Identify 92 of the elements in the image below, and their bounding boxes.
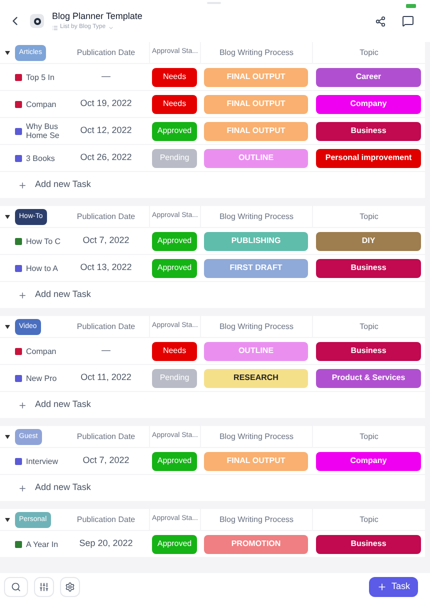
column-header: Topic xyxy=(312,509,425,530)
plus-icon xyxy=(377,582,388,592)
task-status-square[interactable] xyxy=(15,540,22,548)
add-task-link[interactable]: Add new Task xyxy=(35,481,91,495)
task-name[interactable]: How To C xyxy=(26,236,61,246)
approval-badge[interactable]: Approved xyxy=(152,534,197,554)
plus-icon xyxy=(18,484,27,492)
sliders-icon xyxy=(39,582,49,592)
column-header: Topic xyxy=(312,316,425,337)
column-header: Topic xyxy=(312,426,425,447)
column-header: Publication Date xyxy=(76,46,136,58)
approval-badge[interactable]: Approved xyxy=(152,258,197,278)
column-header: Blog Writing Process xyxy=(200,42,312,63)
plus-icon xyxy=(18,400,27,410)
add-task-link[interactable]: Add new Task xyxy=(35,178,91,192)
task-name[interactable]: New Pro xyxy=(26,374,57,382)
settings-icon xyxy=(65,582,75,592)
search-button[interactable] xyxy=(4,576,28,596)
task-status-square[interactable] xyxy=(15,74,22,80)
approval-badge[interactable]: Needs xyxy=(152,94,197,114)
task-status-square[interactable] xyxy=(15,128,22,134)
topic-badge[interactable]: Career xyxy=(316,68,421,86)
add-task-link[interactable]: Add new Task xyxy=(35,398,91,412)
column-header: Blog Writing Process xyxy=(200,509,312,530)
share-icon[interactable] xyxy=(375,16,386,26)
battery-icon xyxy=(406,4,416,8)
topic-badge[interactable]: Business xyxy=(316,534,421,554)
topic-badge[interactable]: Business xyxy=(316,342,421,360)
date-cell-text: Oct 26, 2022 xyxy=(79,151,133,164)
column-header: Topic xyxy=(312,206,425,227)
topic-badge[interactable]: Business xyxy=(316,122,421,140)
comment-icon[interactable] xyxy=(402,15,414,27)
column-header: Blog Writing Process xyxy=(200,426,312,447)
date-cell-text: Oct 13, 2022 xyxy=(79,261,133,274)
column-header: Publication Date xyxy=(76,430,136,442)
template-logo xyxy=(30,14,44,28)
topic-badge[interactable]: DIY xyxy=(316,232,421,250)
topic-badge[interactable]: Company xyxy=(316,94,421,114)
date-cell-text: Oct 7, 2022 xyxy=(82,234,130,248)
approval-badge[interactable]: Approved xyxy=(152,232,197,250)
add-task-link[interactable]: Add new Task xyxy=(35,288,91,302)
collapse-caret-icon[interactable] xyxy=(5,434,10,438)
task-status-square[interactable] xyxy=(15,100,22,108)
page-title: Blog Planner Template xyxy=(52,10,144,23)
add-task-button[interactable]: Task xyxy=(369,576,418,596)
task-name[interactable]: Compan xyxy=(26,100,56,108)
column-header: Topic xyxy=(312,42,425,63)
task-name[interactable]: 3 Books xyxy=(26,154,55,162)
process-badge[interactable]: RESEARCH xyxy=(204,368,308,388)
date-cell-text: — xyxy=(100,70,112,84)
collapse-caret-icon[interactable] xyxy=(5,324,10,328)
task-name[interactable]: Why Bus Home Se xyxy=(26,122,63,140)
date-cell-text: Sep 20, 2022 xyxy=(78,537,134,550)
task-name[interactable]: Compan xyxy=(26,346,56,356)
date-cell-text: Oct 11, 2022 xyxy=(80,371,132,384)
approval-badge[interactable]: Approved xyxy=(152,122,197,140)
task-status-square[interactable] xyxy=(15,374,22,382)
task-status-square[interactable] xyxy=(15,458,22,464)
column-header: Blog Writing Process xyxy=(200,316,312,337)
column-header: Publication Date xyxy=(76,320,136,332)
column-header: Blog Writing Process xyxy=(200,206,312,227)
column-header: Publication Date xyxy=(76,210,136,222)
collapse-caret-icon[interactable] xyxy=(5,214,10,218)
approval-badge[interactable]: Approved xyxy=(152,452,197,470)
filter-button[interactable] xyxy=(34,576,54,596)
plus-icon xyxy=(18,290,27,300)
collapse-caret-icon[interactable] xyxy=(5,50,10,54)
task-name[interactable]: Interview xyxy=(26,456,58,466)
topic-badge[interactable]: Business xyxy=(316,258,421,278)
topic-badge[interactable]: Company xyxy=(316,452,421,470)
task-status-square[interactable] xyxy=(15,154,22,162)
date-cell-text: — xyxy=(100,344,112,358)
search-icon xyxy=(11,582,21,592)
date-cell-text: Oct 7, 2022 xyxy=(82,454,130,468)
list-icon xyxy=(52,24,58,31)
settings-button[interactable] xyxy=(60,576,80,596)
collapse-caret-icon[interactable] xyxy=(5,518,10,522)
topic-badge[interactable]: Product & Services xyxy=(316,368,421,388)
column-header: Publication Date xyxy=(76,514,136,526)
date-cell-text: Oct 19, 2022 xyxy=(79,97,133,110)
task-status-square[interactable] xyxy=(15,264,22,272)
date-cell-text: Oct 12, 2022 xyxy=(79,124,133,138)
task-status-square[interactable] xyxy=(15,348,22,354)
approval-badge[interactable]: Needs xyxy=(152,68,197,86)
approval-badge[interactable]: Needs xyxy=(152,342,197,360)
process-badge[interactable]: PROMOTION xyxy=(204,534,308,554)
task-name[interactable]: A Year In xyxy=(26,540,58,548)
task-status-square[interactable] xyxy=(15,238,22,244)
task-name[interactable]: How to A xyxy=(26,264,58,272)
task-name[interactable]: Top 5 In xyxy=(26,72,54,82)
topic-badge[interactable]: Personal improvement xyxy=(316,148,421,168)
plus-icon xyxy=(18,180,27,190)
